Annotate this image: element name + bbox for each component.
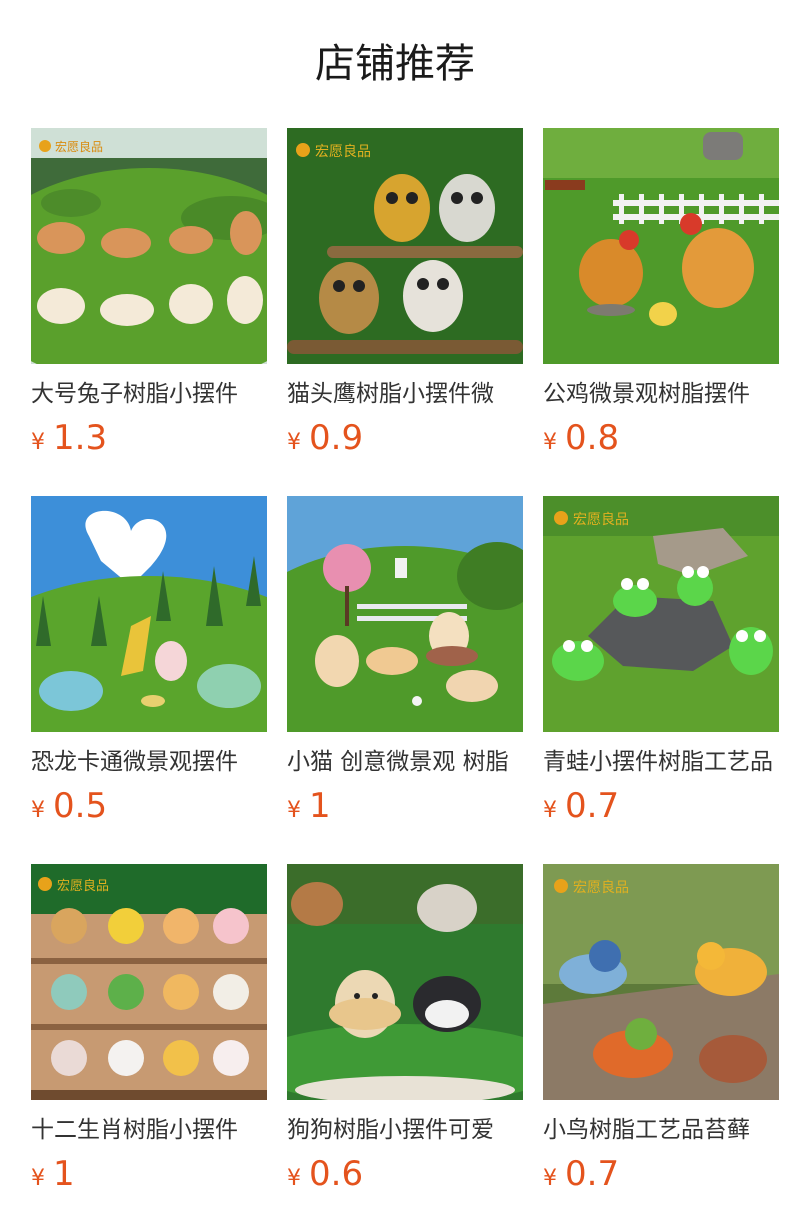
currency-symbol: ¥ xyxy=(31,1166,45,1191)
product-image[interactable]: 宏愿良品 xyxy=(543,864,779,1100)
product-grid: 宏愿良品 大号兔子树脂小摆件 ¥1.3 宏愿良品 猫头鹰树脂小摆件微 ¥ 0.9… xyxy=(0,0,790,1232)
product-price: ¥0.7 xyxy=(543,1152,619,1196)
product-image[interactable] xyxy=(287,864,523,1100)
price-value: 1.3 xyxy=(53,418,108,458)
svg-text:宏愿良品: 宏愿良品 xyxy=(315,144,371,160)
product-price: ¥0.5 xyxy=(31,784,107,828)
currency-symbol: ¥ xyxy=(287,430,301,455)
product-card[interactable]: 宏愿良品 十二生肖树脂小摆件 ¥1 xyxy=(31,864,267,1194)
product-image[interactable]: 宏愿良品 xyxy=(31,128,267,364)
roosters-image xyxy=(543,128,779,364)
currency-symbol: ¥ xyxy=(287,798,301,823)
product-name[interactable]: 小猫 创意微景观 树脂 xyxy=(287,746,523,778)
product-price: ¥0.6 xyxy=(287,1152,363,1196)
product-name[interactable]: 猫头鹰树脂小摆件微 xyxy=(287,378,523,410)
product-card[interactable]: 公鸡微景观树脂摆件 ¥0.8 xyxy=(543,128,779,458)
product-name[interactable]: 公鸡微景观树脂摆件 xyxy=(543,378,779,410)
product-name[interactable]: 狗狗树脂小摆件可爱 xyxy=(287,1114,523,1146)
birds-image: 宏愿良品 xyxy=(543,864,779,1100)
product-name[interactable]: 恐龙卡通微景观摆件 xyxy=(31,746,267,778)
currency-symbol: ¥ xyxy=(31,798,45,823)
rabbits-image: 宏愿良品 xyxy=(31,128,267,364)
svg-text:宏愿良品: 宏愿良品 xyxy=(573,512,629,528)
frogs-image: 宏愿良品 xyxy=(543,496,779,732)
currency-symbol: ¥ xyxy=(287,1166,301,1191)
product-card[interactable]: 宏愿良品 小鸟树脂工艺品苔藓 ¥0.7 xyxy=(543,864,779,1194)
price-value: 0.7 xyxy=(565,1154,620,1194)
product-price: ¥0.9 xyxy=(287,416,363,460)
product-image[interactable] xyxy=(287,496,523,732)
product-card[interactable]: 宏愿良品 猫头鹰树脂小摆件微 ¥0.9 xyxy=(287,128,523,458)
kittens-image xyxy=(287,496,523,732)
product-price: ¥1.3 xyxy=(31,416,107,460)
price-value: 0.6 xyxy=(309,1154,364,1194)
product-name[interactable]: 十二生肖树脂小摆件 xyxy=(31,1114,267,1146)
product-card[interactable]: 宏愿良品 青蛙小摆件树脂工艺品 ¥0.7 xyxy=(543,496,779,826)
product-name[interactable]: 青蛙小摆件树脂工艺品 xyxy=(543,746,779,778)
product-image[interactable] xyxy=(31,496,267,732)
price-value: 1 xyxy=(309,786,331,826)
product-card[interactable]: 小猫 创意微景观 树脂 ¥1 xyxy=(287,496,523,826)
currency-symbol: ¥ xyxy=(543,430,557,455)
owls-image: 宏愿良品 xyxy=(287,128,523,364)
product-image[interactable]: 宏愿良品 xyxy=(287,128,523,364)
svg-text:宏愿良品: 宏愿良品 xyxy=(57,878,109,894)
svg-text:宏愿良品: 宏愿良品 xyxy=(573,880,629,896)
price-value: 0.7 xyxy=(565,786,620,826)
zodiac-image: 宏愿良品 xyxy=(31,864,267,1100)
puppies-image xyxy=(287,864,523,1100)
product-price: ¥0.7 xyxy=(543,784,619,828)
product-name[interactable]: 大号兔子树脂小摆件 xyxy=(31,378,267,410)
product-price: ¥1 xyxy=(287,784,331,828)
product-price: ¥0.8 xyxy=(543,416,619,460)
product-price: ¥1 xyxy=(31,1152,75,1196)
price-value: 1 xyxy=(53,1154,75,1194)
currency-symbol: ¥ xyxy=(543,1166,557,1191)
price-value: 0.5 xyxy=(53,786,108,826)
product-card[interactable]: 恐龙卡通微景观摆件 ¥0.5 xyxy=(31,496,267,826)
currency-symbol: ¥ xyxy=(31,430,45,455)
product-image[interactable]: 宏愿良品 xyxy=(31,864,267,1100)
product-card[interactable]: 狗狗树脂小摆件可爱 ¥0.6 xyxy=(287,864,523,1194)
product-card[interactable]: 宏愿良品 大号兔子树脂小摆件 ¥1.3 xyxy=(31,128,267,458)
currency-symbol: ¥ xyxy=(543,798,557,823)
dinosaurs-image xyxy=(31,496,267,732)
price-value: 0.9 xyxy=(309,418,364,458)
product-image[interactable] xyxy=(543,128,779,364)
price-value: 0.8 xyxy=(565,418,620,458)
product-image[interactable]: 宏愿良品 xyxy=(543,496,779,732)
product-name[interactable]: 小鸟树脂工艺品苔藓 xyxy=(543,1114,779,1146)
svg-text:宏愿良品: 宏愿良品 xyxy=(55,139,103,154)
